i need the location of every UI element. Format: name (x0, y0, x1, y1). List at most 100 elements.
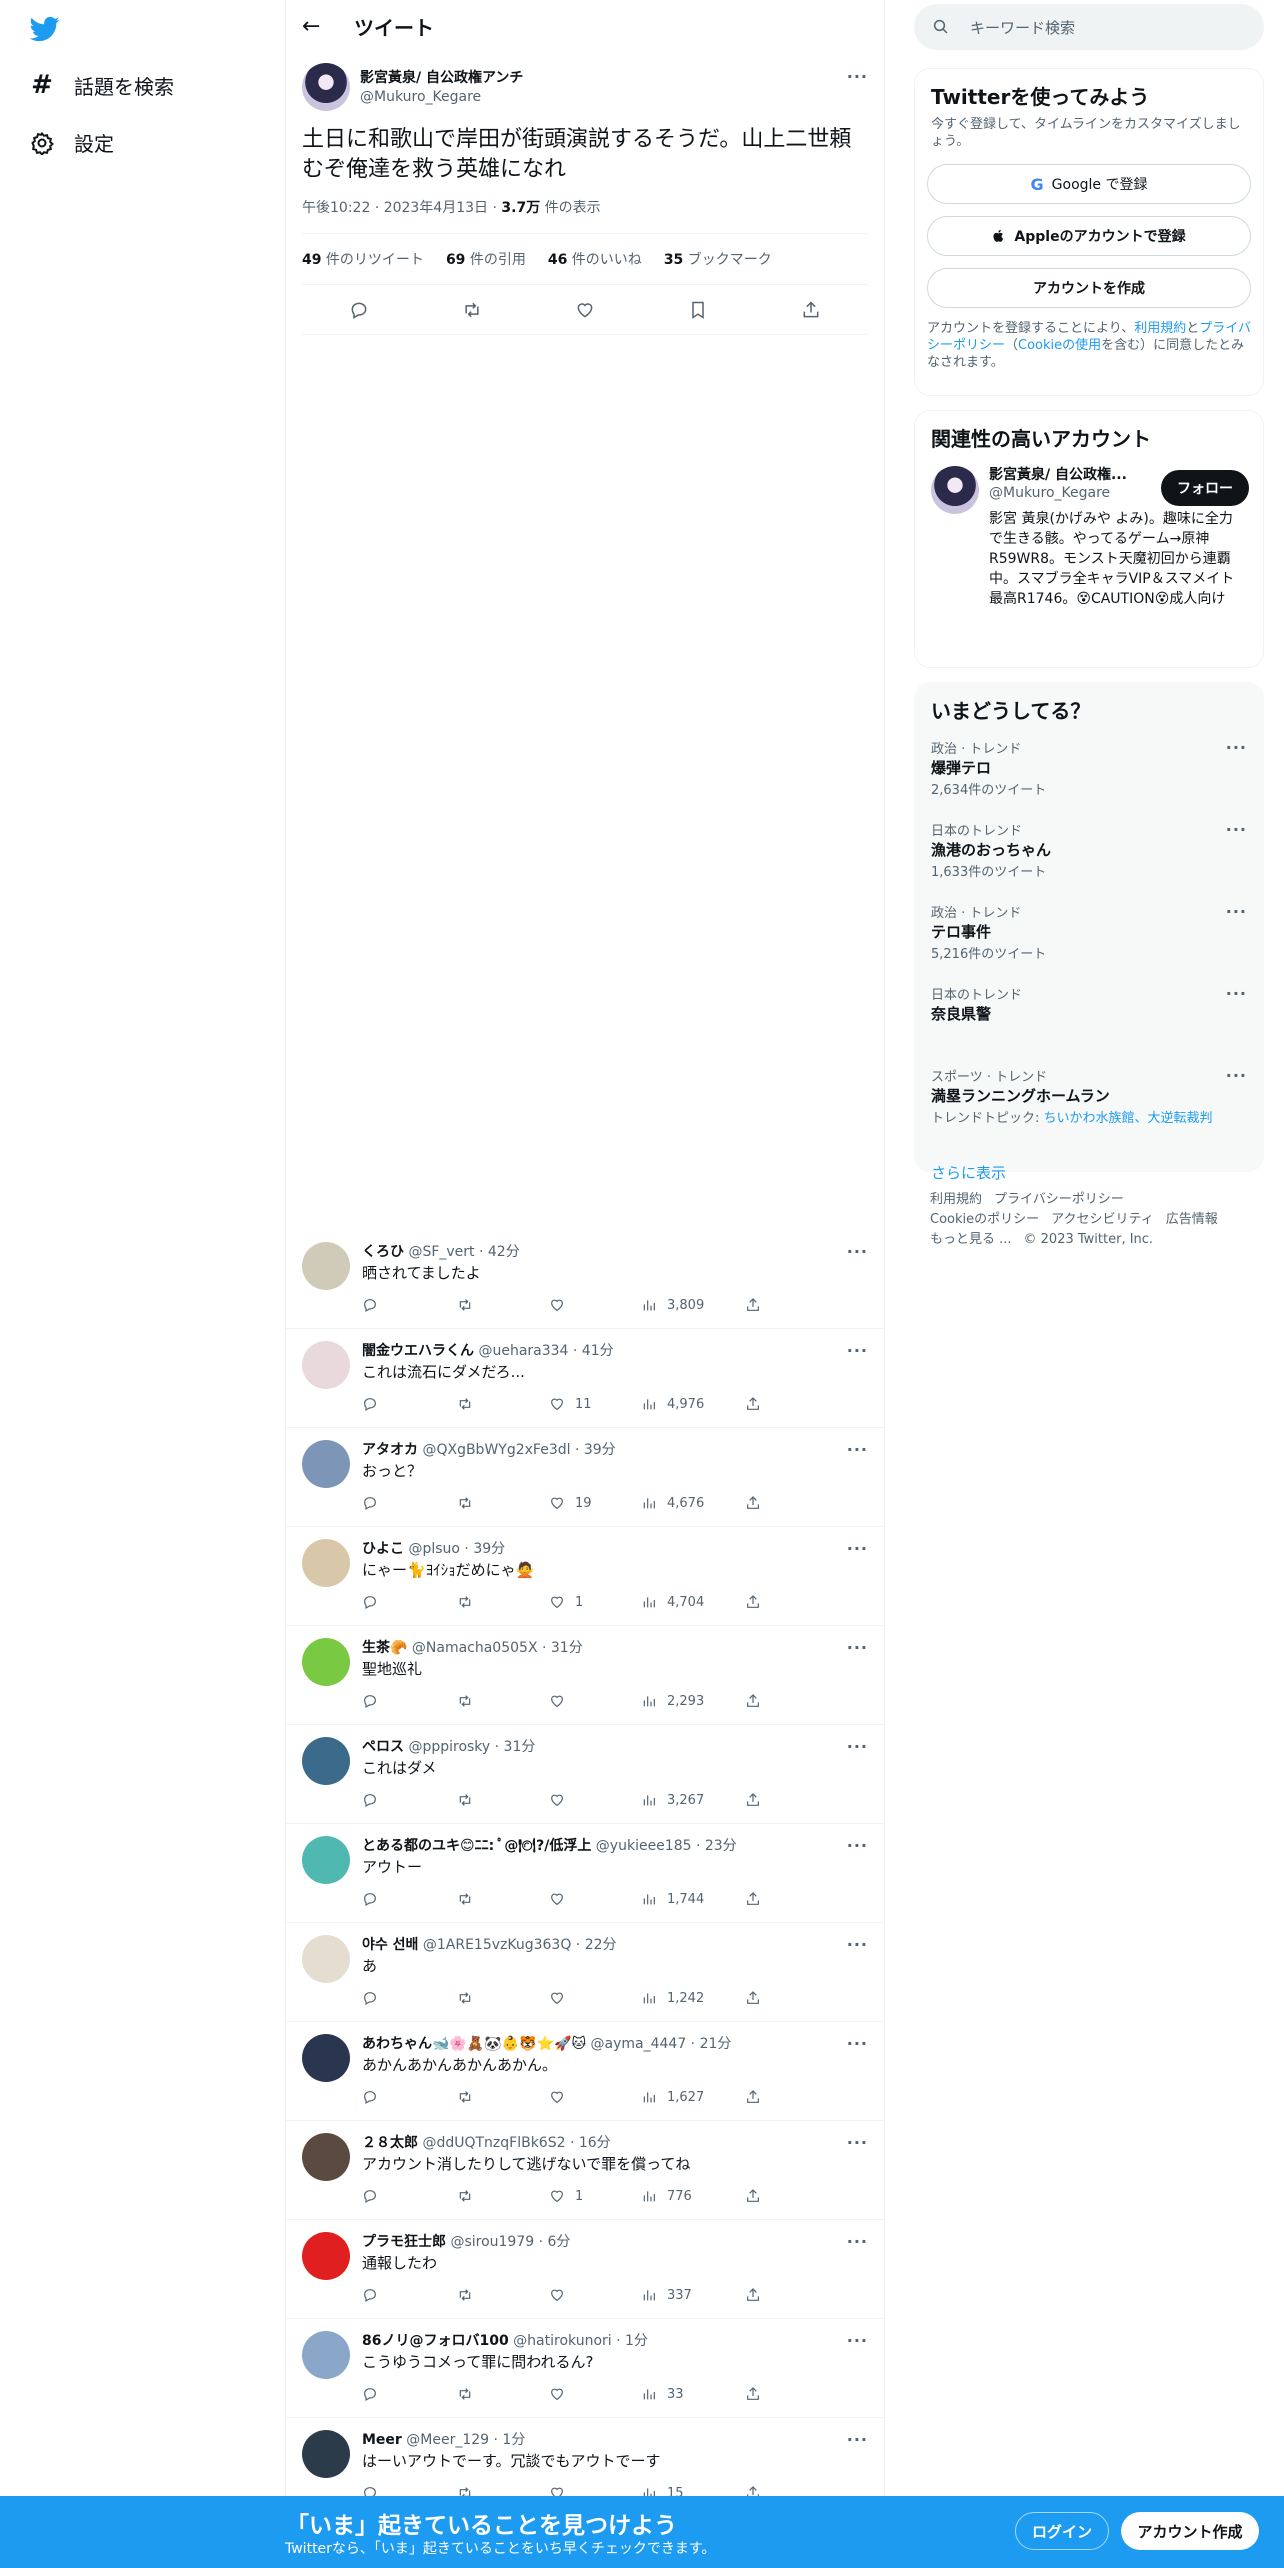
more-options-icon[interactable]: ··· (847, 1638, 868, 1657)
like-button[interactable] (549, 2287, 641, 2303)
retweet-button[interactable] (457, 1990, 549, 2006)
reply-item[interactable]: アタオカ @QXgBbWYg2xFe3dl · 39分 おっと？ 19 4,67… (286, 1428, 884, 1527)
reply-button[interactable] (362, 2089, 457, 2105)
reply-author-name[interactable]: アタオカ (362, 1442, 418, 1458)
retweet-button[interactable] (457, 1594, 549, 1610)
trend-item[interactable]: 政治 · トレンド テロ事件 5,216件のツイート ··· (915, 894, 1263, 976)
reply-author-name[interactable]: あわちゃん🐋🌸🧸🐼👶🐯⭐🚀🐱 (362, 2036, 586, 2052)
nav-explore[interactable]: # 話題を検索 (30, 70, 174, 100)
bookmarks-stat[interactable]: 35 ブックマーク (664, 249, 772, 269)
search-input[interactable]: キーワード検索 (914, 4, 1264, 50)
views-button[interactable]: 3,267 (641, 1792, 745, 1808)
reply-author-name[interactable]: Meer (362, 2432, 402, 2448)
like-button[interactable] (568, 293, 602, 327)
footer-cookie[interactable]: Cookieのポリシー (930, 1212, 1039, 1227)
retweet-button[interactable] (457, 1495, 549, 1511)
views-button[interactable]: 4,976 (641, 1396, 745, 1412)
like-button[interactable] (549, 1693, 641, 1709)
reply-button[interactable] (362, 2287, 457, 2303)
twitter-bird-icon[interactable] (28, 14, 62, 44)
retweet-button[interactable] (457, 2287, 549, 2303)
share-button[interactable] (745, 1792, 761, 1808)
reply-button[interactable] (362, 1396, 457, 1412)
avatar[interactable] (302, 2331, 350, 2379)
trend-item[interactable]: 日本のトレンド 漁港のおっちゃん 1,633件のツイート ··· (915, 812, 1263, 894)
footer-more[interactable]: もっと見る ... (930, 1232, 1012, 1247)
like-button[interactable]: 1 (549, 2188, 641, 2204)
reply-button[interactable] (362, 1792, 457, 1808)
retweet-button[interactable] (457, 1792, 549, 1808)
views-button[interactable]: 4,704 (641, 1594, 745, 1610)
share-button[interactable] (794, 293, 828, 327)
cookie-link[interactable]: Cookieの使用 (1018, 338, 1101, 353)
like-button[interactable] (549, 1990, 641, 2006)
like-button[interactable] (549, 2386, 641, 2402)
more-options-icon[interactable]: ··· (847, 1341, 868, 1360)
reply-author-name[interactable]: ２８太郎 (362, 2135, 418, 2151)
footer-privacy[interactable]: プライバシーポリシー (994, 1192, 1124, 1207)
reply-button[interactable] (362, 1594, 457, 1610)
avatar[interactable] (302, 1440, 350, 1488)
more-options-icon[interactable]: ··· (847, 2331, 868, 2350)
avatar[interactable] (302, 2232, 350, 2280)
reply-author-name[interactable]: とある都のユキ😊ﾆﾆ: ﾟ@🍽?/低浮上 (362, 1838, 591, 1854)
trend-item[interactable]: 政治 · トレンド 爆弾テロ 2,634件のツイート ··· (915, 730, 1263, 812)
reply-author-name[interactable]: 生茶🥐 (362, 1640, 407, 1656)
reply-button[interactable] (362, 1891, 457, 1907)
reply-button[interactable] (342, 293, 376, 327)
avatar[interactable] (302, 2034, 350, 2082)
reply-item[interactable]: とある都のユキ😊ﾆﾆ: ﾟ@🍽?/低浮上 @yukieee185 · 23分 ア… (286, 1824, 884, 1923)
more-options-icon[interactable]: ··· (847, 2133, 868, 2152)
reply-author-name[interactable]: くろひ (362, 1244, 404, 1260)
reply-button[interactable] (362, 2386, 457, 2402)
more-options-icon[interactable]: ··· (847, 1440, 868, 1459)
avatar[interactable] (302, 63, 350, 111)
login-button[interactable]: ログイン (1015, 2512, 1109, 2550)
retweet-button[interactable] (457, 2188, 549, 2204)
share-button[interactable] (745, 2089, 761, 2105)
reply-item[interactable]: くろひ @SF_vert · 42分 晒されてましたよ 3,809 ··· (286, 1230, 884, 1329)
reply-button[interactable] (362, 1693, 457, 1709)
reply-author-name[interactable]: プラモ狂士郎 (362, 2234, 446, 2250)
footer-terms[interactable]: 利用規約 (930, 1192, 982, 1207)
related-account[interactable]: 影宮黃泉/ 自公政権... @Mukuro_Kegare 影宮 黃泉(かげみや … (915, 458, 1263, 609)
apple-signup-button[interactable]: Appleのアカウントで登録 (927, 216, 1251, 256)
more-options-icon[interactable]: ··· (847, 2232, 868, 2251)
avatar[interactable] (302, 2430, 350, 2478)
share-button[interactable] (745, 1990, 761, 2006)
retweet-button[interactable] (457, 1396, 549, 1412)
reply-item[interactable]: プラモ狂士郎 @sirou1979 · 6分 通報したわ 337 ··· (286, 2220, 884, 2319)
avatar[interactable] (302, 1341, 350, 1389)
share-button[interactable] (745, 1396, 761, 1412)
likes-stat[interactable]: 46 件のいいね (548, 249, 642, 269)
views-button[interactable]: 776 (641, 2188, 745, 2204)
share-button[interactable] (745, 2386, 761, 2402)
avatar[interactable] (302, 2133, 350, 2181)
retweet-button[interactable] (455, 293, 489, 327)
author-name[interactable]: 影宮黃泉/ 自公政権アンチ (360, 69, 523, 88)
avatar[interactable] (302, 1539, 350, 1587)
terms-link[interactable]: 利用規約 (1134, 321, 1186, 336)
reply-item[interactable]: 야수 선배 @1ARE15vzKug363Q · 22分 あ 1,242 ··· (286, 1923, 884, 2022)
more-options-icon[interactable]: ··· (1226, 738, 1247, 757)
avatar[interactable] (302, 1935, 350, 1983)
more-options-icon[interactable]: ··· (847, 1836, 868, 1855)
reply-button[interactable] (362, 1990, 457, 2006)
reply-author-name[interactable]: ひよこ (362, 1541, 404, 1557)
reply-author-name[interactable]: 86ノリ@フォロバ100 (362, 2333, 509, 2349)
share-button[interactable] (745, 1891, 761, 1907)
like-button[interactable] (549, 1891, 641, 1907)
footer-ads[interactable]: 広告情報 (1166, 1212, 1218, 1227)
more-options-icon[interactable]: ··· (847, 67, 868, 86)
retweet-button[interactable] (457, 1891, 549, 1907)
more-options-icon[interactable]: ··· (1226, 984, 1247, 1003)
avatar[interactable] (302, 1638, 350, 1686)
bookmark-button[interactable] (681, 293, 715, 327)
retweet-button[interactable] (457, 1297, 549, 1313)
share-button[interactable] (745, 2188, 761, 2204)
author-handle[interactable]: @Mukuro_Kegare (360, 88, 523, 107)
reply-author-name[interactable]: 闇金ウエハラくん (362, 1343, 474, 1359)
views-button[interactable]: 337 (641, 2287, 745, 2303)
reply-item[interactable]: 生茶🥐 @Namacha0505X · 31分 聖地巡礼 2,293 ··· (286, 1626, 884, 1725)
more-options-icon[interactable]: ··· (1226, 902, 1247, 921)
